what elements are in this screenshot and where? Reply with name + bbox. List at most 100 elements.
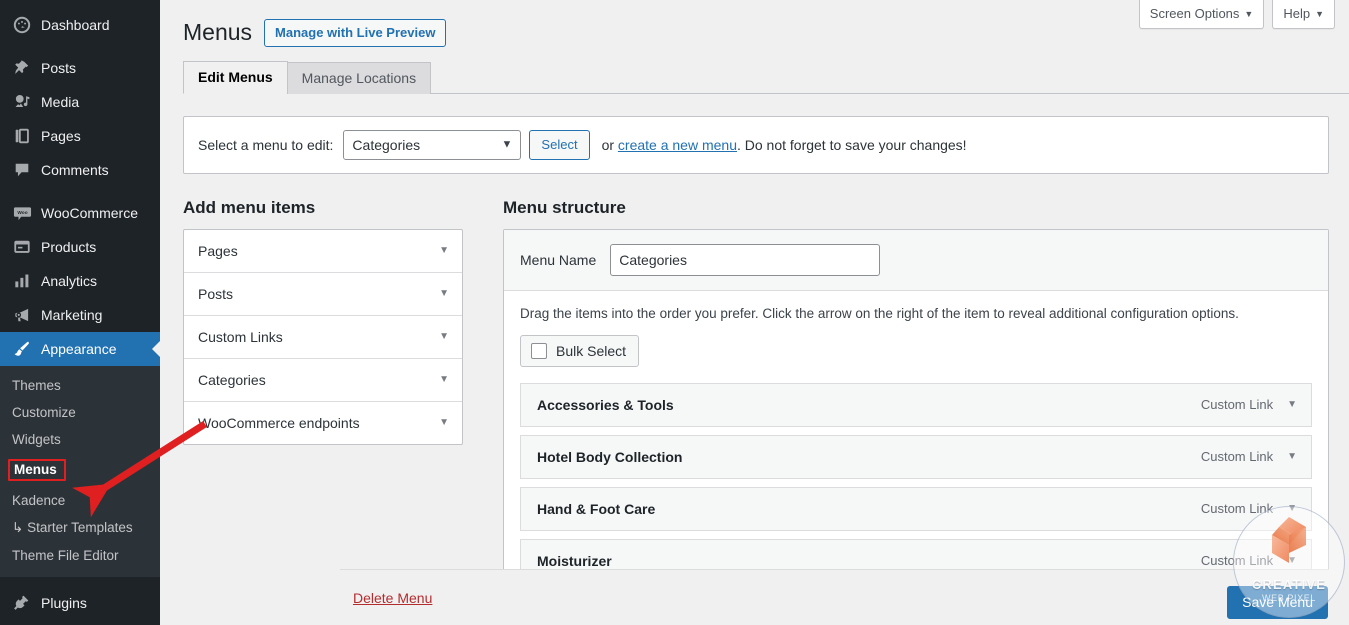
- comments-icon: [12, 160, 32, 180]
- sidebar-subitem-widgets[interactable]: Widgets: [0, 426, 160, 453]
- sidebar-item-comments[interactable]: Comments: [0, 153, 160, 187]
- chevron-down-icon[interactable]: ▼: [1287, 451, 1297, 462]
- menu-item-row[interactable]: Hand & Foot Care Custom Link ▼: [520, 486, 1312, 531]
- analytics-icon: [12, 271, 32, 291]
- menu-structure-panel: Menu Name Drag the items into the order …: [503, 228, 1329, 592]
- sidebar-item-woocommerce[interactable]: Woo WooCommerce: [0, 196, 160, 230]
- chevron-down-icon: ▼: [439, 331, 449, 343]
- menu-item-title: Hotel Body Collection: [537, 448, 683, 465]
- watermark-title: CREATIVE: [1251, 576, 1327, 592]
- chevron-down-icon[interactable]: ▼: [1287, 399, 1297, 410]
- sidebar-item-label: Plugins: [41, 595, 87, 611]
- svg-text:Woo: Woo: [17, 209, 27, 215]
- accordion-panel-posts[interactable]: Posts ▼: [184, 273, 462, 316]
- accordion-panel-pages[interactable]: Pages ▼: [184, 230, 462, 273]
- sidebar-item-dashboard[interactable]: Dashboard: [0, 8, 160, 42]
- menu-item-meta: Custom Link ▼: [1201, 449, 1297, 464]
- products-icon: [12, 237, 32, 257]
- drag-hint-text: Drag the items into the order you prefer…: [520, 305, 1239, 321]
- watermark-subtitle: WEB PIXEL: [1262, 592, 1316, 603]
- chevron-down-icon: ▼: [439, 374, 449, 386]
- menu-footer-bar: Delete Menu Save Menu: [340, 569, 1329, 625]
- sidebar-item-analytics[interactable]: Analytics: [0, 264, 160, 298]
- screen-meta-links: Screen Options ▼ Help ▼: [1138, 0, 1335, 29]
- accordion-label: Posts: [198, 285, 234, 302]
- woocommerce-icon: Woo: [12, 203, 32, 223]
- brush-icon: [12, 339, 32, 359]
- accordion-label: WooCommerce endpoints: [198, 414, 360, 431]
- create-new-menu-link[interactable]: create a new menu: [618, 137, 737, 153]
- select-menu-label: Select a menu to edit:: [198, 136, 334, 153]
- sidebar-subitem-kadence[interactable]: Kadence: [0, 487, 160, 514]
- page-title: Menus: [183, 19, 253, 45]
- menu-item-row[interactable]: Hotel Body Collection Custom Link ▼: [520, 434, 1312, 479]
- accordion-label: Custom Links: [198, 328, 283, 345]
- sidebar-item-products[interactable]: Products: [0, 230, 160, 264]
- megaphone-icon: [12, 305, 32, 325]
- sidebar-divider: [0, 42, 160, 51]
- tail-suffix: . Do not forget to save your changes!: [736, 136, 967, 153]
- appearance-submenu: Themes Customize Widgets Menus Kadence ↳…: [0, 366, 160, 577]
- menu-item-type: Custom Link: [1200, 449, 1274, 465]
- sidebar-item-media[interactable]: Media: [0, 85, 160, 119]
- tab-manage-locations[interactable]: Manage Locations: [286, 61, 432, 94]
- media-icon: [12, 92, 32, 112]
- admin-sidebar: Dashboard Posts Media Pages Comments Woo…: [0, 0, 160, 625]
- menu-name-input[interactable]: [610, 243, 881, 276]
- menu-item-title: Accessories & Tools: [537, 396, 674, 413]
- indent-arrow-icon: ↳: [12, 520, 28, 535]
- sidebar-subitem-menus[interactable]: Menus: [0, 453, 160, 487]
- sidebar-item-label: Marketing: [41, 307, 103, 323]
- pages-icon: [12, 126, 32, 146]
- sidebar-divider: [0, 187, 160, 196]
- menu-structure-heading: Menu structure: [503, 197, 626, 217]
- sidebar-item-posts[interactable]: Posts: [0, 51, 160, 85]
- sidebar-item-pages[interactable]: Pages: [0, 119, 160, 153]
- plugin-icon: [12, 593, 32, 613]
- accordion-label: Pages: [198, 242, 238, 259]
- add-menu-items-heading: Add menu items: [183, 197, 316, 217]
- sidebar-item-label: Media: [41, 94, 80, 110]
- chevron-down-icon: ▼: [1244, 9, 1254, 19]
- sidebar-item-label: Comments: [41, 162, 109, 178]
- sidebar-subitem-customize[interactable]: Customize: [0, 399, 160, 426]
- menus-highlight-box: Menus: [8, 459, 66, 481]
- bulk-select-toggle[interactable]: Bulk Select: [520, 334, 640, 367]
- sidebar-subitem-theme-file-editor[interactable]: Theme File Editor: [0, 542, 160, 569]
- menu-items-list: Accessories & Tools Custom Link ▼ Hotel …: [520, 382, 1312, 583]
- bulk-select-checkbox[interactable]: [531, 342, 547, 359]
- tab-edit-menus[interactable]: Edit Menus: [183, 60, 288, 94]
- manage-with-live-preview-button[interactable]: Manage with Live Preview: [264, 18, 447, 47]
- menu-item-row[interactable]: Accessories & Tools Custom Link ▼: [520, 382, 1312, 427]
- add-menu-items-accordion: Pages ▼ Posts ▼ Custom Links ▼ Categorie…: [183, 228, 463, 445]
- sidebar-item-label: Appearance: [41, 341, 117, 357]
- add-menu-items-column: Add menu items Pages ▼ Posts ▼ Custom Li…: [183, 198, 483, 592]
- menu-select-bar: Select a menu to edit: Categories ▼ Sele…: [183, 115, 1329, 174]
- select-bar-tail: or create a new menu. Do not forget to s…: [602, 137, 967, 153]
- sidebar-item-label: Pages: [41, 128, 81, 144]
- help-button[interactable]: Help ▼: [1272, 0, 1335, 29]
- select-button[interactable]: Select: [529, 129, 590, 160]
- chevron-down-icon: ▼: [439, 417, 449, 429]
- chevron-down-icon: ▼: [439, 245, 449, 257]
- pin-icon: [12, 58, 32, 78]
- menu-structure-column: Menu structure Menu Name Drag the items …: [503, 198, 1329, 592]
- accordion-panel-custom-links[interactable]: Custom Links ▼: [184, 316, 462, 359]
- menu-item-meta: Custom Link ▼: [1201, 397, 1297, 412]
- accordion-panel-categories[interactable]: Categories ▼: [184, 359, 462, 402]
- screen-options-button[interactable]: Screen Options ▼: [1138, 0, 1265, 29]
- menu-select-dropdown[interactable]: Categories: [343, 129, 522, 160]
- sidebar-subitem-label: Starter Templates: [27, 520, 133, 535]
- sidebar-item-appearance[interactable]: Appearance: [0, 332, 160, 366]
- menu-item-title: Hand & Foot Care: [537, 500, 656, 517]
- delete-menu-link[interactable]: Delete Menu: [353, 590, 432, 606]
- menu-item-type: Custom Link: [1200, 397, 1274, 413]
- sidebar-subitem-themes[interactable]: Themes: [0, 372, 160, 399]
- sidebar-item-plugins[interactable]: Plugins: [0, 586, 160, 620]
- menu-select-wrapper: Categories ▼: [343, 129, 522, 160]
- accordion-panel-woocommerce-endpoints[interactable]: WooCommerce endpoints ▼: [184, 402, 462, 444]
- sidebar-subitem-starter-templates[interactable]: ↳ Starter Templates: [0, 514, 160, 542]
- tail-prefix: or: [601, 136, 618, 153]
- sidebar-item-marketing[interactable]: Marketing: [0, 298, 160, 332]
- sidebar-item-label: Analytics: [41, 273, 98, 289]
